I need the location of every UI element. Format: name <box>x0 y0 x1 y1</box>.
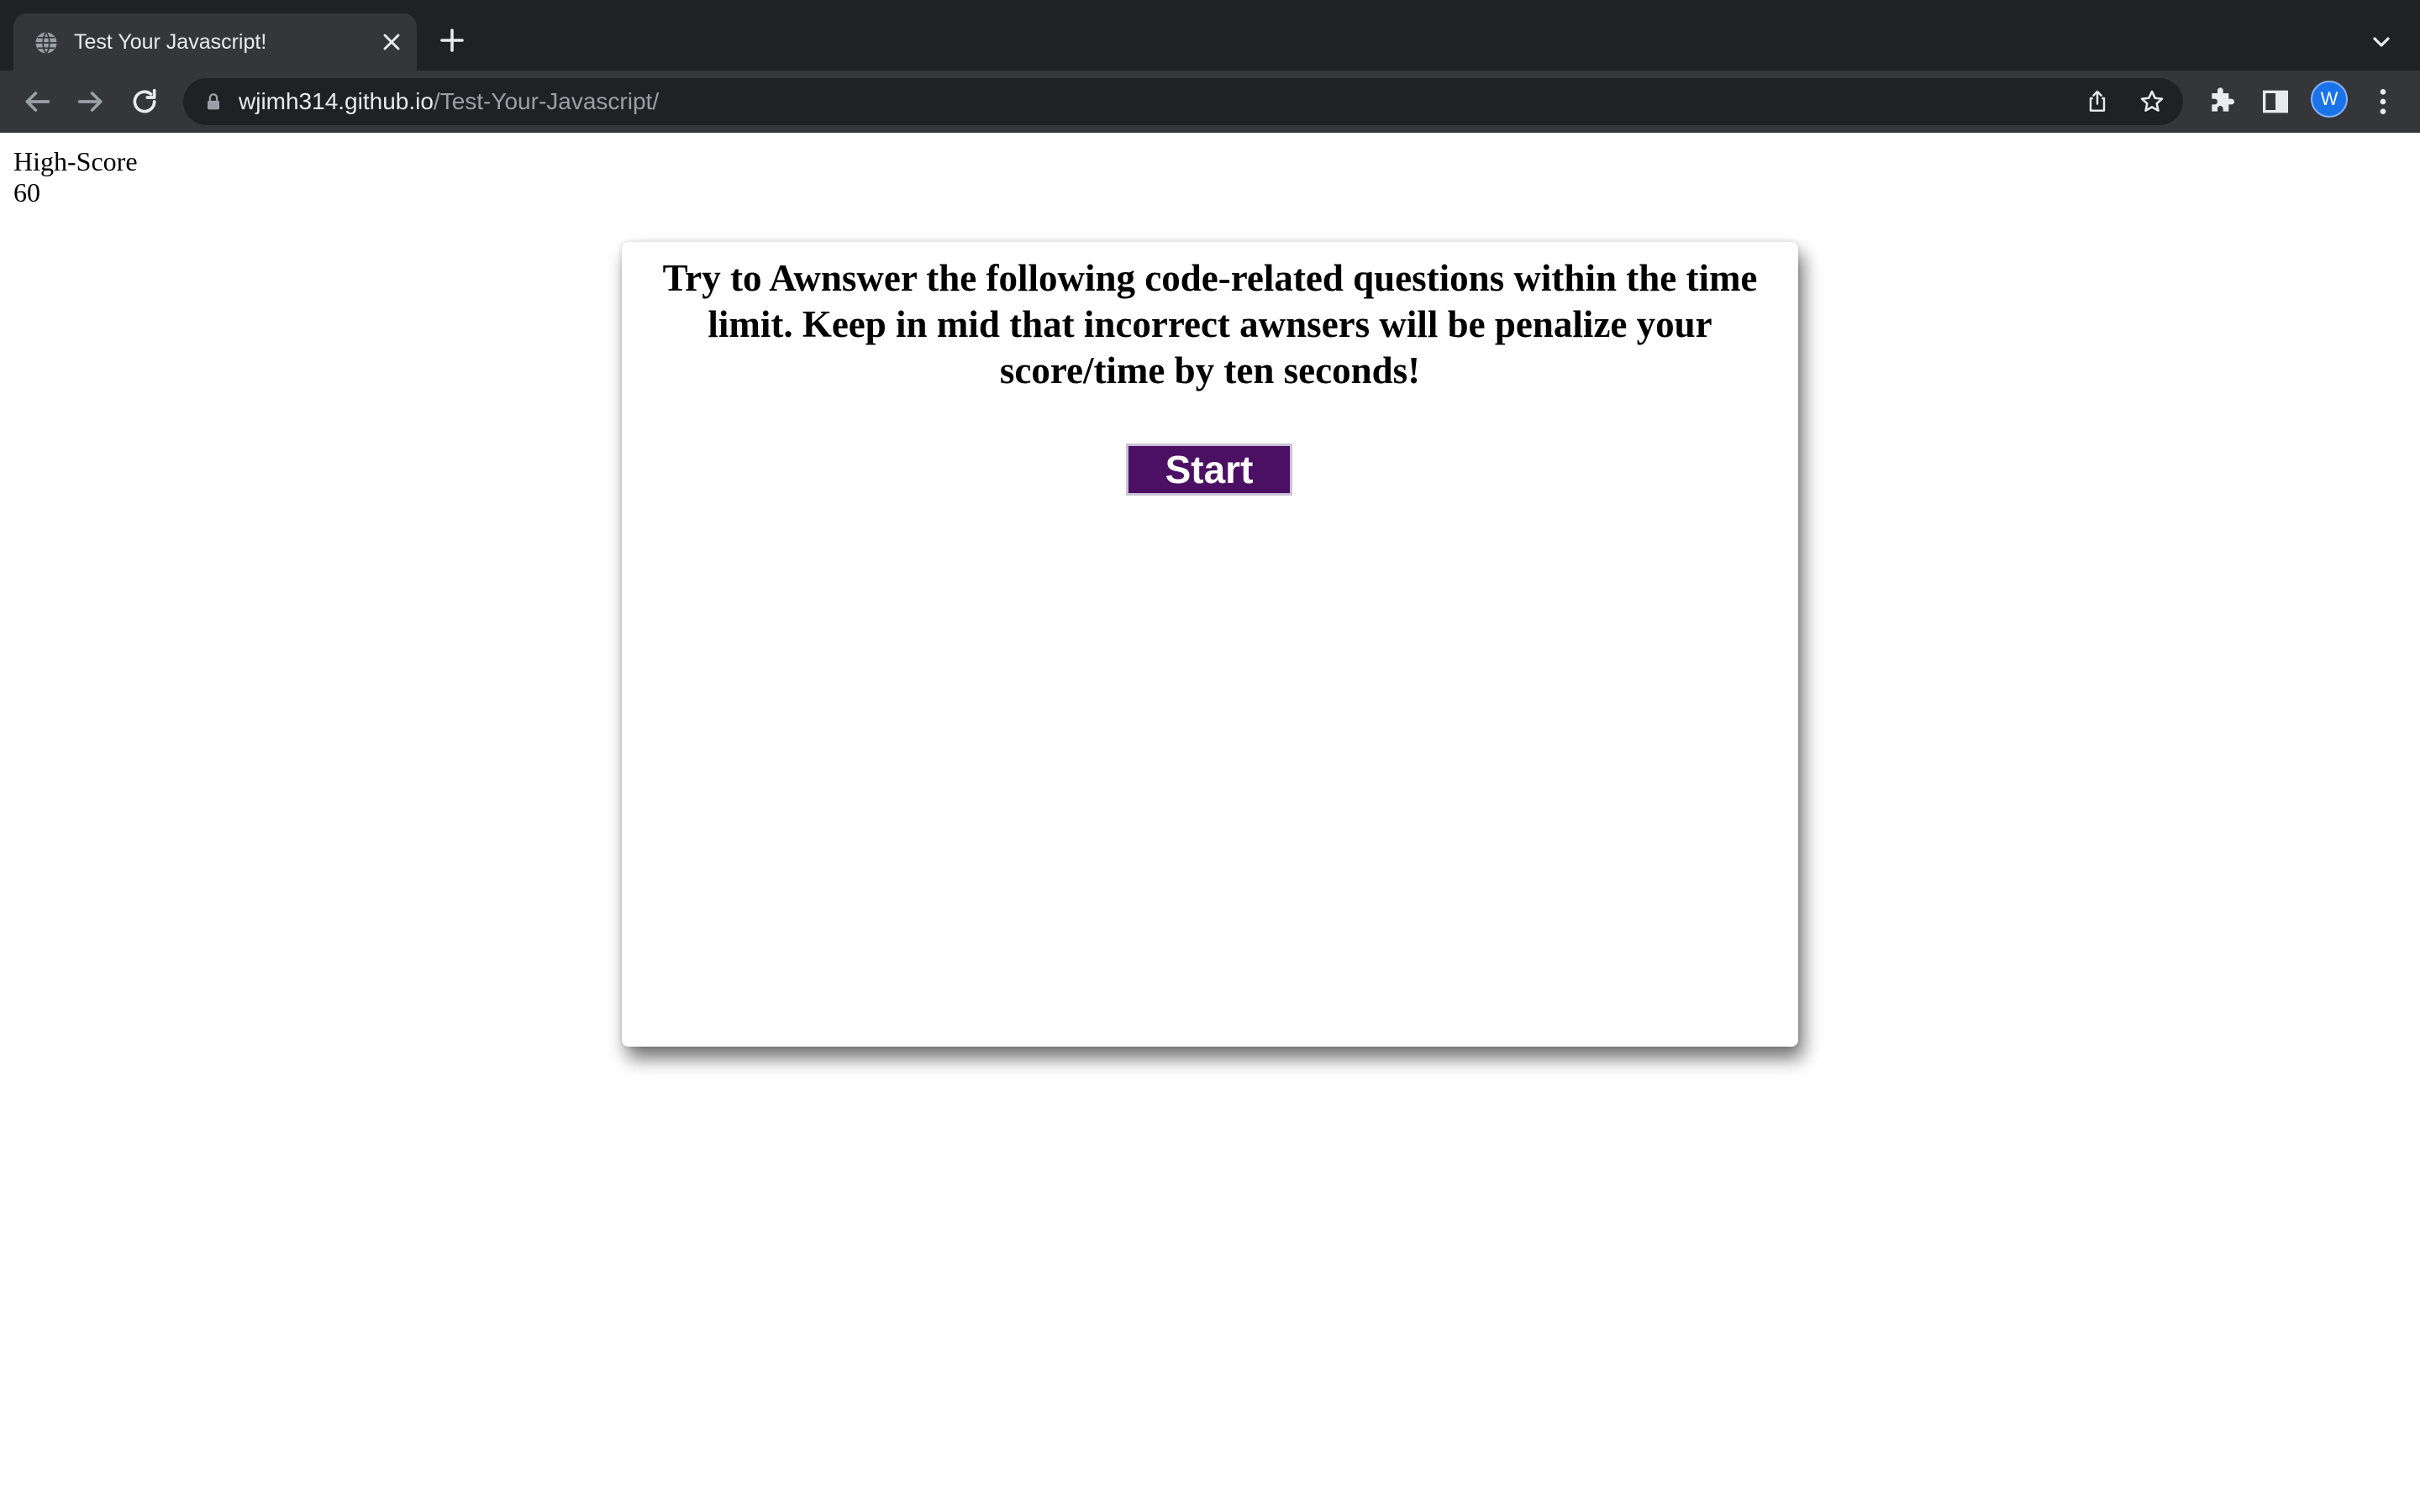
side-panel-icon[interactable] <box>2259 85 2292 118</box>
lock-icon[interactable] <box>202 90 225 113</box>
url-path: /Test-Your-Javascript/ <box>433 88 660 114</box>
reload-icon[interactable] <box>128 85 161 118</box>
close-icon[interactable] <box>378 29 405 55</box>
new-tab-icon[interactable] <box>437 25 467 55</box>
url-host: wjimh314.github.io <box>239 88 434 114</box>
profile-avatar[interactable]: W <box>2311 81 2348 118</box>
share-icon[interactable] <box>2084 88 2111 115</box>
address-bar[interactable]: wjimh314.github.io/Test-Your-Javascript/ <box>183 78 2183 125</box>
forward-icon[interactable] <box>74 85 108 118</box>
browser-tab[interactable]: Test Your Javascript! <box>13 13 417 71</box>
tab-title: Test Your Javascript! <box>74 30 267 54</box>
back-icon[interactable] <box>20 85 54 118</box>
globe-icon <box>35 31 57 55</box>
browser-toolbar: wjimh314.github.io/Test-Your-Javascript/ <box>0 71 2420 133</box>
browser-chrome: Test Your Javascript! wjimh314.github.io… <box>0 0 2420 133</box>
extensions-icon[interactable] <box>2205 85 2238 118</box>
page-body: High-Score 60 Try to Awnswer the followi… <box>0 133 2420 1512</box>
highscore-value: 60 <box>13 177 40 207</box>
url-text: wjimh314.github.io/Test-Your-Javascript/ <box>239 88 659 115</box>
quiz-card: Try to Awnswer the following code-relate… <box>622 242 1798 1047</box>
quiz-instructions: Try to Awnswer the following code-relate… <box>662 257 1758 391</box>
highscore-label: High-Score <box>13 146 138 176</box>
highscore-display: High-Score 60 <box>13 146 138 208</box>
bookmark-star-icon[interactable] <box>2138 87 2166 116</box>
menu-icon[interactable] <box>2366 85 2400 118</box>
start-button[interactable]: Start <box>1126 444 1292 496</box>
tab-strip: Test Your Javascript! <box>0 0 2420 71</box>
tab-search-icon[interactable] <box>2368 29 2395 55</box>
